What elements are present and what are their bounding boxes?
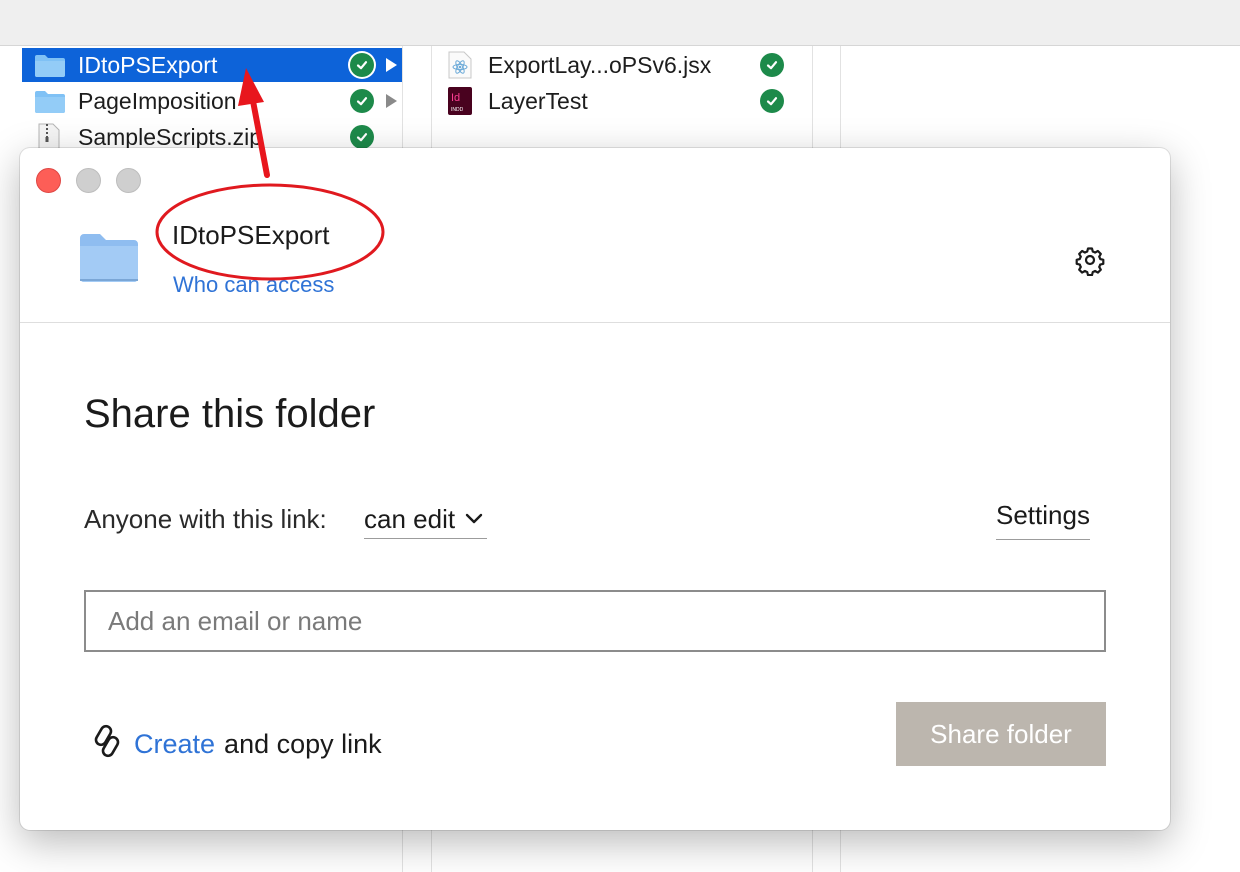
jsx-script-icon — [448, 51, 472, 85]
list-item-pageimposition[interactable]: PageImposition — [22, 84, 402, 118]
dialog-folder-name: IDtoPSExport — [172, 220, 330, 250]
synced-check-icon — [350, 89, 374, 113]
window-zoom-button[interactable] — [116, 168, 141, 193]
who-can-access-link[interactable]: Who can access — [173, 272, 334, 298]
item-name: ExportLay...oPSv6.jsx — [488, 52, 712, 78]
permission-label: Anyone with this link: — [84, 504, 327, 534]
header-divider — [20, 322, 1170, 323]
settings-link[interactable]: Settings — [996, 500, 1090, 540]
link-icon — [92, 724, 122, 765]
folder-icon — [34, 54, 66, 84]
create-link-button[interactable]: Create and copy link — [92, 724, 382, 765]
finder-toolbar — [0, 0, 1240, 46]
window-close-button[interactable] — [36, 168, 61, 193]
folder-icon — [78, 232, 140, 289]
permission-dropdown[interactable]: can edit — [364, 500, 488, 539]
synced-check-icon — [350, 53, 374, 77]
gear-icon[interactable] — [1074, 244, 1106, 277]
item-name: LayerTest — [488, 88, 588, 114]
window-minimize-button[interactable] — [76, 168, 101, 193]
list-item-exportlayers-jsx[interactable]: ExportLay...oPSv6.jsx — [432, 48, 812, 82]
svg-text:Id: Id — [451, 92, 460, 104]
synced-check-icon — [350, 125, 374, 149]
synced-check-icon — [760, 53, 784, 77]
folder-icon — [34, 90, 66, 120]
copy-link-text: and copy link — [224, 729, 382, 759]
share-heading: Share this folder — [84, 392, 376, 436]
item-name: IDtoPSExport — [78, 52, 218, 78]
list-item-idtopsexport[interactable]: IDtoPSExport — [22, 48, 402, 82]
item-name: PageImposition — [78, 88, 237, 114]
share-dialog: IDtoPSExport Who can access Share this f… — [20, 148, 1170, 830]
create-link-text[interactable]: Create — [134, 729, 215, 760]
email-input[interactable] — [84, 590, 1106, 652]
list-item-layertest[interactable]: Id INDD LayerTest — [432, 84, 812, 118]
indesign-document-icon: Id INDD — [448, 87, 472, 121]
disclosure-arrow-icon — [386, 58, 397, 72]
chevron-down-icon — [465, 512, 483, 530]
item-name: SampleScripts.zip — [78, 124, 263, 150]
permission-value: can edit — [364, 504, 456, 534]
share-folder-button[interactable]: Share folder — [896, 702, 1106, 766]
synced-check-icon — [760, 89, 784, 113]
disclosure-arrow-icon — [386, 94, 397, 108]
svg-text:INDD: INDD — [451, 107, 464, 113]
